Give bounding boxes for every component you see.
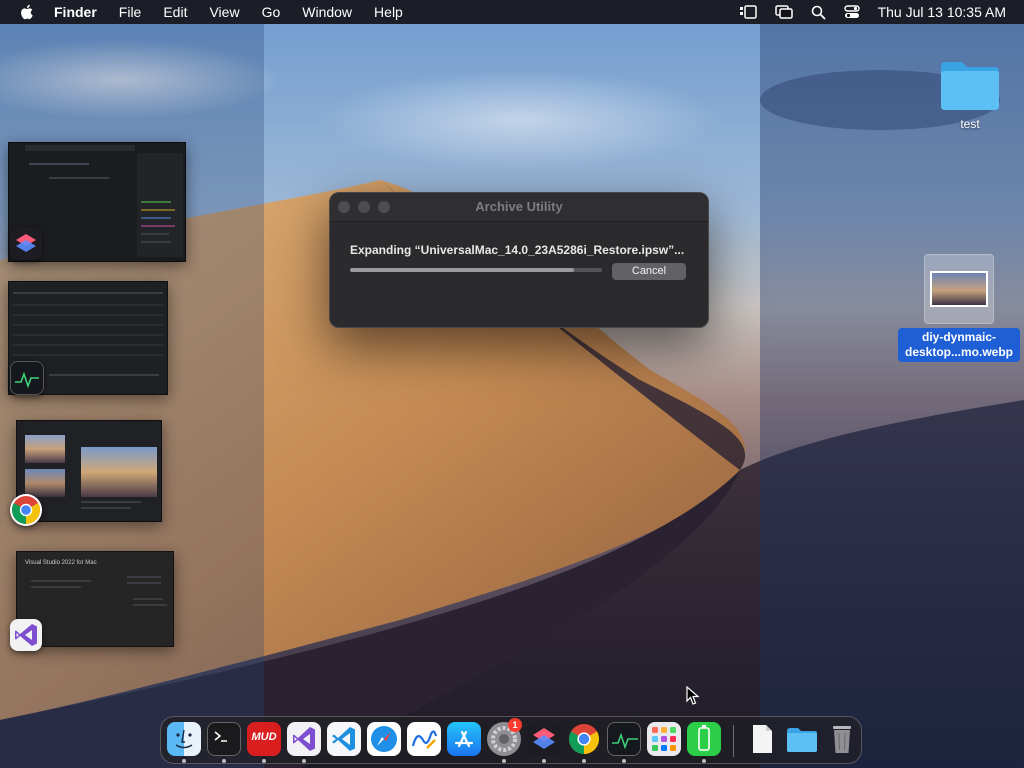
dock: MUD 1 — [160, 716, 862, 764]
menu-edit[interactable]: Edit — [152, 0, 198, 24]
stage-group-chrome[interactable] — [10, 420, 162, 526]
menu-go[interactable]: Go — [251, 0, 292, 24]
menu-file[interactable]: File — [108, 0, 153, 24]
downloads-folder-icon[interactable] — [785, 722, 819, 756]
stage-group-shortcuts[interactable] — [8, 142, 186, 262]
dock-separator — [733, 725, 734, 757]
screen-mirroring-icon[interactable] — [774, 5, 793, 19]
finder-icon[interactable] — [167, 722, 201, 756]
safari-icon[interactable] — [367, 722, 401, 756]
battery-app-icon[interactable] — [687, 722, 721, 756]
archive-utility-dialog: Archive Utility Expanding “UniversalMac_… — [329, 192, 709, 328]
shortcuts-icon[interactable] — [527, 722, 561, 756]
expanding-message: Expanding “UniversalMac_14.0_23A5286i_Re… — [350, 243, 685, 257]
freeform-icon[interactable] — [407, 722, 441, 756]
shortcuts-icon — [10, 228, 42, 260]
spotlight-search-icon[interactable] — [811, 5, 826, 20]
chrome-icon — [10, 494, 42, 526]
desktop-folder-test[interactable]: test — [938, 58, 1002, 131]
stage-group-visual-studio[interactable]: Visual Studio 2022 for Mac — [10, 551, 174, 651]
launchpad-icon[interactable] — [647, 722, 681, 756]
stage-manager-icon[interactable] — [739, 5, 757, 19]
file-label-line1: diy-dynmaic- — [921, 330, 996, 344]
cancel-button[interactable]: Cancel — [612, 263, 686, 280]
dialog-titlebar[interactable]: Archive Utility — [330, 193, 708, 222]
visual-studio-icon[interactable] — [287, 722, 321, 756]
image-file-icon — [924, 254, 994, 324]
file-label-line2: desktop...mo.webp — [904, 345, 1013, 359]
desktop-file-webp[interactable]: diy-dynmaic- desktop...mo.webp — [898, 254, 1020, 362]
mouse-cursor-icon — [686, 686, 700, 705]
menu-help[interactable]: Help — [363, 0, 414, 24]
menu-view[interactable]: View — [198, 0, 250, 24]
mud-icon[interactable]: MUD — [247, 722, 281, 756]
document-icon[interactable] — [745, 722, 779, 756]
folder-label: test — [960, 117, 980, 131]
notification-badge: 1 — [508, 718, 522, 732]
expand-progress-bar — [350, 268, 602, 272]
progress-fill — [350, 268, 575, 272]
menu-window[interactable]: Window — [291, 0, 363, 24]
terminal-icon[interactable] — [207, 722, 241, 756]
trash-icon[interactable] — [825, 722, 859, 756]
vscode-icon[interactable] — [327, 722, 361, 756]
activity-monitor-icon[interactable] — [607, 722, 641, 756]
control-center-icon[interactable] — [843, 5, 860, 19]
activity-monitor-icon — [10, 361, 44, 395]
folder-icon — [941, 62, 999, 110]
apple-menu-icon[interactable] — [18, 3, 36, 21]
dialog-title: Archive Utility — [475, 199, 563, 214]
stage-group-activity-monitor[interactable] — [8, 281, 170, 395]
mud-label: MUD — [251, 731, 277, 743]
menu-bar-clock[interactable]: Thu Jul 13 10:35 AM — [878, 4, 1006, 20]
visual-studio-icon — [10, 619, 42, 651]
menu-bar: Finder File Edit View Go Window Help Thu… — [0, 0, 1024, 24]
vs-thumbnail-title: Visual Studio 2022 for Mac — [25, 560, 97, 566]
chrome-icon[interactable] — [567, 722, 601, 756]
menu-app-finder[interactable]: Finder — [50, 0, 108, 24]
app-store-icon[interactable] — [447, 722, 481, 756]
file-label: diy-dynmaic- desktop...mo.webp — [898, 328, 1020, 362]
